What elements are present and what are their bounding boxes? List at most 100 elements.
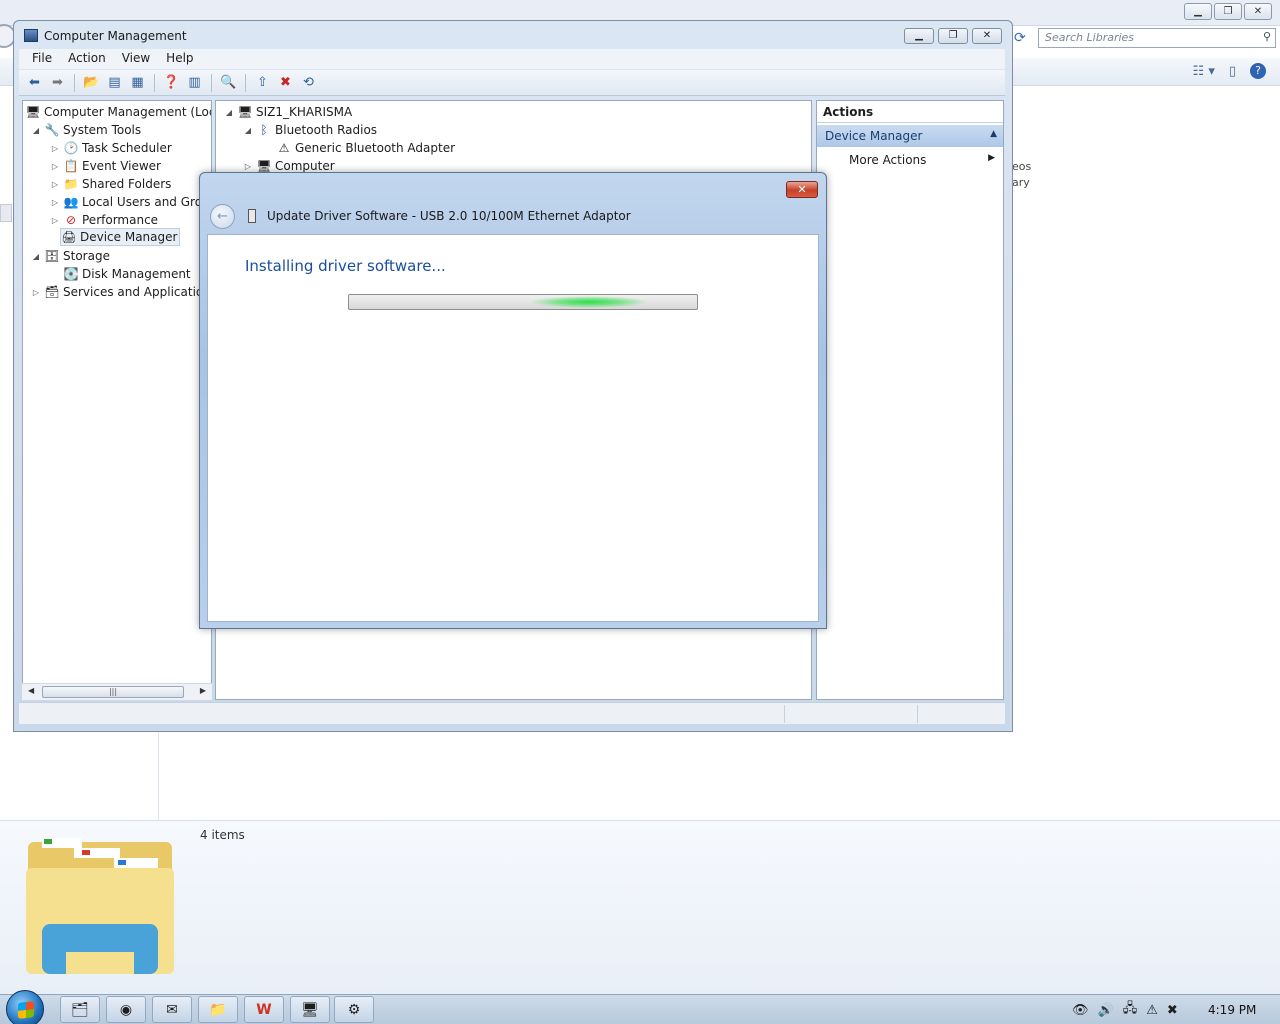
tray-warning-icon[interactable]: ⚠	[1146, 1003, 1158, 1018]
tree-item-device-manager[interactable]: 🖨 Device Manager	[60, 228, 181, 246]
update-driver-dialog: ✕ ← Update Driver Software - USB 2.0 10/…	[199, 172, 827, 629]
tree-item-system-tools[interactable]: ◢ 🔧 System Tools	[31, 121, 141, 139]
properties-icon[interactable]: ▦	[128, 73, 147, 92]
show-action-pane-icon[interactable]: ▥	[185, 73, 204, 92]
minimize-button[interactable]: ▁	[904, 28, 934, 44]
scan-changes-icon[interactable]: ⟲	[299, 73, 318, 92]
restore-button[interactable]: ❐	[1214, 3, 1242, 20]
collapse-icon[interactable]: ◢	[243, 126, 253, 135]
tray-action-center-icon[interactable]: ✖	[1167, 1003, 1178, 1018]
event-viewer-icon: 📋	[63, 159, 79, 173]
taskbar-firefox-icon[interactable]: ◉	[106, 996, 146, 1023]
tree-item-task-scheduler[interactable]: ▷ 🕑 Task Scheduler	[50, 139, 172, 157]
dialog-content: Installing driver software...	[207, 234, 819, 622]
collapse-up-icon[interactable]: ▲	[990, 129, 997, 139]
tree-item-event-viewer[interactable]: ▷ 📋 Event Viewer	[50, 157, 161, 175]
tray-network-icon[interactable]: 🖧	[1123, 999, 1138, 1021]
taskbar-thunderbird-icon[interactable]: ✉	[152, 996, 192, 1023]
tree-item-performance[interactable]: ▷ ⊘ Performance	[50, 211, 158, 229]
expand-icon[interactable]: ▷	[243, 162, 253, 171]
taskbar-wps-icon[interactable]: W	[244, 996, 284, 1023]
expand-icon[interactable]: ▷	[50, 162, 60, 171]
performance-icon: ⊘	[65, 213, 77, 227]
tree-item-disk-management[interactable]: 💽 Disk Management	[63, 265, 191, 283]
update-driver-icon[interactable]: ⇧	[253, 73, 272, 92]
view-options-icon[interactable]: ☷ ▾	[1193, 64, 1215, 79]
expand-icon[interactable]: ▷	[50, 216, 60, 225]
taskbar-computer-management-icon[interactable]: 🖥	[290, 996, 330, 1023]
tree-item-services-applications[interactable]: ▷ 🗃 Services and Applications	[31, 283, 211, 301]
install-progress-bar	[348, 294, 698, 310]
device-item-generic-bluetooth[interactable]: ⚠ Generic Bluetooth Adapter	[276, 139, 455, 157]
submenu-arrow-icon[interactable]: ▶	[988, 153, 995, 163]
collapse-icon[interactable]: ◢	[224, 108, 234, 117]
collapse-icon[interactable]: ◢	[31, 126, 41, 135]
bluetooth-icon: ᛒ	[260, 123, 268, 137]
tools-icon: 🔧	[44, 123, 60, 137]
explorer-label-videos: eos	[1012, 160, 1032, 173]
taskbar-explorer-icon[interactable]: 🗂	[60, 996, 100, 1023]
help-icon[interactable]: ❓	[162, 73, 181, 92]
search-icon[interactable]: ⚲	[1263, 30, 1271, 43]
install-status-text: Installing driver software...	[245, 257, 446, 275]
actions-pane: Actions Device Manager ▲ More Actions ▶	[816, 100, 1004, 700]
tree-item-shared-folders[interactable]: ▷ 📁 Shared Folders	[50, 175, 171, 193]
expand-icon[interactable]: ▷	[50, 144, 60, 153]
device-item-bluetooth-radios[interactable]: ◢ ᛒ Bluetooth Radios	[243, 121, 377, 139]
restore-button[interactable]: ❐	[938, 28, 968, 44]
console-tree: 🖥 Computer Management (Local ◢ 🔧 System …	[22, 100, 212, 700]
expand-icon[interactable]: ▷	[31, 288, 41, 297]
system-tray: 👁 🔊 🖧 ⚠ ✖	[1072, 995, 1178, 1024]
tree-item-local-users[interactable]: ▷ 👥 Local Users and Group	[50, 193, 211, 211]
start-button[interactable]	[6, 990, 44, 1024]
more-actions-link[interactable]: More Actions	[849, 153, 926, 167]
up-folder-icon[interactable]: 📂	[82, 73, 101, 92]
users-icon: 👥	[63, 195, 79, 209]
tray-eye-icon[interactable]: 👁	[1072, 1003, 1089, 1018]
computer-management-icon: 🖥	[25, 105, 41, 119]
services-icon: 🗃	[44, 285, 60, 299]
forward-arrow-icon[interactable]: ➡	[48, 73, 67, 92]
back-arrow-icon[interactable]: ←	[210, 204, 235, 229]
device-item-computer-root[interactable]: ◢ 🖥 SIZ1_KHARISMA	[224, 103, 352, 121]
close-button[interactable]: ✕	[1244, 3, 1272, 20]
menu-file[interactable]: File	[25, 49, 59, 69]
scroll-thumb[interactable]: |||	[42, 686, 184, 698]
disk-icon: 💽	[63, 267, 79, 281]
menu-action[interactable]: Action	[61, 49, 113, 69]
horizontal-scrollbar[interactable]: ◀ ||| ▶	[22, 683, 212, 700]
preview-pane-icon[interactable]: ▯	[1229, 64, 1236, 79]
refresh-icon[interactable]: ⟳	[1014, 30, 1026, 46]
help-icon[interactable]: ?	[1250, 63, 1266, 79]
menu-view[interactable]: View	[115, 49, 157, 69]
dialog-close-button[interactable]: ✕	[786, 181, 818, 198]
explorer-divider	[158, 730, 159, 820]
collapse-icon[interactable]: ◢	[31, 252, 41, 261]
taskbar-libraries-icon[interactable]: 📁	[198, 996, 238, 1023]
details-pane	[0, 820, 1280, 994]
close-button[interactable]: ✕	[972, 28, 1002, 44]
tree-item-storage[interactable]: ◢ 🗄 Storage	[31, 247, 110, 265]
show-hide-tree-icon[interactable]: ▤	[105, 73, 124, 92]
search-input[interactable]: Search Libraries ⚲	[1038, 28, 1276, 48]
expand-icon[interactable]: ▷	[50, 198, 60, 207]
back-arrow-icon[interactable]: ⬅	[25, 73, 44, 92]
bluetooth-warning-icon: ⚠	[278, 141, 290, 155]
tree-item-computer-management[interactable]: 🖥 Computer Management (Local	[25, 103, 211, 121]
taskbar-device-setup-icon[interactable]: ⚙	[334, 996, 374, 1023]
menu-help[interactable]: Help	[159, 49, 200, 69]
expand-icon[interactable]: ▷	[50, 180, 60, 189]
minimize-button[interactable]: ▁	[1184, 3, 1212, 20]
progress-marquee	[529, 296, 649, 308]
tray-volume-icon[interactable]: 🔊	[1098, 1003, 1114, 1018]
taskbar-clock[interactable]: 4:19 PM	[1208, 1003, 1256, 1017]
clock-icon: 🕑	[63, 141, 79, 155]
computer-icon: 🖥	[237, 105, 253, 119]
explorer-label-library: ary	[1012, 176, 1030, 189]
scan-hardware-icon[interactable]: 🔍	[219, 73, 238, 92]
uninstall-icon[interactable]: ✖	[276, 73, 295, 92]
scroll-right-icon[interactable]: ▶	[200, 686, 206, 695]
actions-section-device-manager[interactable]: Device Manager ▲	[817, 125, 1003, 147]
scroll-left-icon[interactable]: ◀	[28, 686, 34, 695]
explorer-window-buttons: ▁ ❐ ✕	[1184, 3, 1272, 20]
